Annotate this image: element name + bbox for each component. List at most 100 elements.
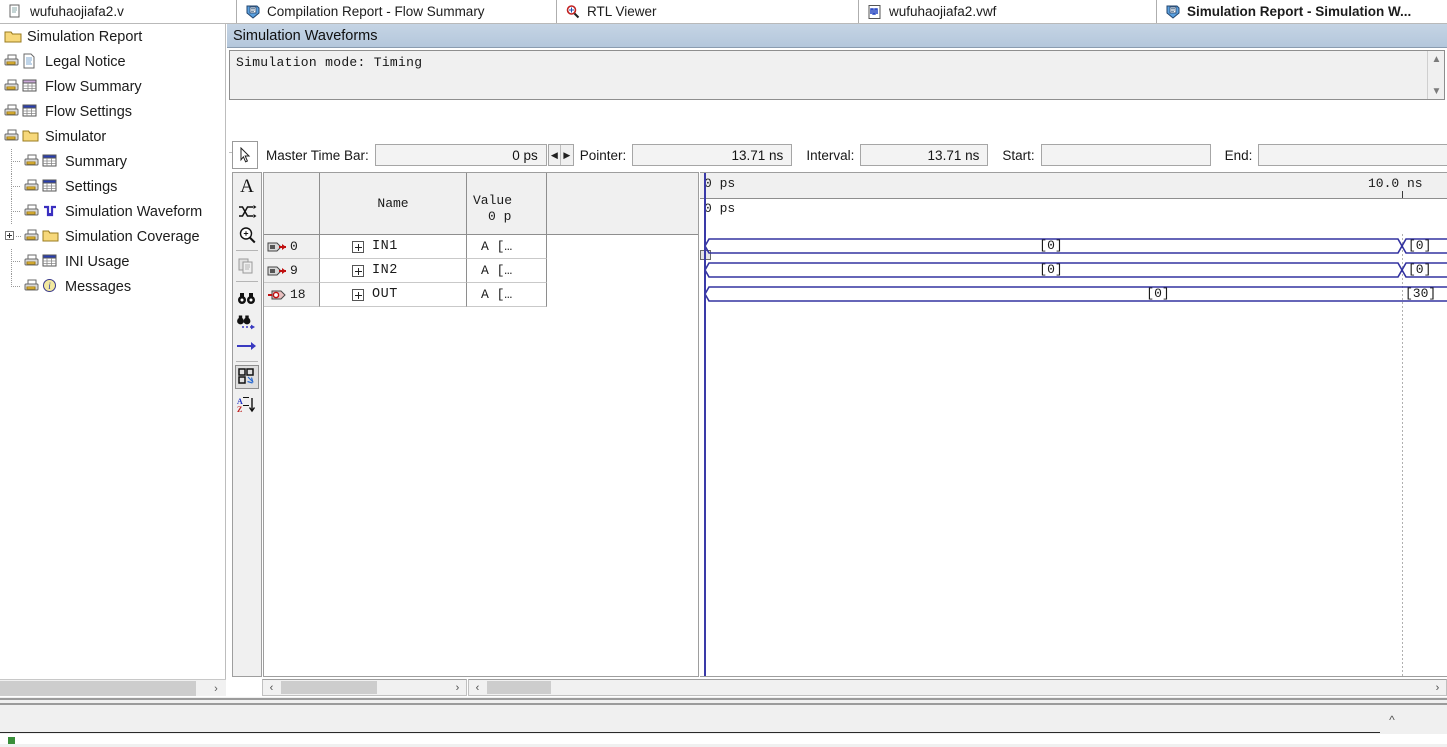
report-icon <box>245 4 261 20</box>
waveform-file-icon <box>867 4 883 20</box>
sidebar-item-label: Settings <box>65 178 118 195</box>
bus-value: [0] <box>1039 262 1063 277</box>
waveform-tool-palette[interactable]: A A Z <box>232 172 262 677</box>
row-name-cell[interactable]: OUT <box>320 283 467 307</box>
sidebar-item-simulator[interactable]: Simulator <box>0 124 225 149</box>
scroll-right-icon[interactable]: › <box>450 680 465 695</box>
signal-list[interactable]: Name Value 0 p 0 IN1 A [… 9 IN2 A [… 18 … <box>263 172 699 677</box>
scroll-thumb[interactable] <box>0 681 196 696</box>
selection-tool-button[interactable] <box>232 141 258 169</box>
sidebar-item-simulation-report[interactable]: Simulation Report <box>0 24 225 49</box>
ruler-tick-label: 0 ps <box>704 176 736 191</box>
sidebar-item-settings[interactable]: Settings <box>0 174 225 199</box>
table-row[interactable]: 0 IN1 A [… <box>264 235 698 259</box>
expand-icon[interactable] <box>352 288 364 301</box>
copy-icon[interactable] <box>233 254 261 278</box>
row-index-cell: 9 <box>264 259 320 283</box>
status-bar-bottom <box>0 734 1447 744</box>
header-value-column[interactable]: Value 0 p <box>467 173 547 234</box>
expand-icon[interactable] <box>352 264 364 277</box>
printer-icon <box>24 228 42 246</box>
tree-connector <box>2 149 24 174</box>
row-name-label: OUT <box>372 287 398 302</box>
step-left-icon[interactable]: ◀ <box>549 145 561 165</box>
signal-list-header: Name Value 0 p <box>264 173 698 235</box>
info-icon: i <box>42 278 60 296</box>
tab-compilation-report[interactable]: Compilation Report - Flow Summary <box>236 0 556 23</box>
printer-icon <box>4 128 22 146</box>
step-right-icon[interactable]: ▶ <box>561 145 573 165</box>
sidebar-item-ini-usage[interactable]: INI Usage <box>0 249 225 274</box>
zoom-tool-icon[interactable] <box>233 223 261 247</box>
time-bar-stepper[interactable]: ◀ ▶ <box>547 144 574 166</box>
scroll-right-icon[interactable]: › <box>208 680 224 697</box>
master-time-cursor[interactable] <box>704 173 706 676</box>
sidebar-item-messages[interactable]: i Messages <box>0 274 225 299</box>
document-tab-strip: wufuhaojiafa2.v Compilation Report - Flo… <box>0 0 1447 24</box>
scroll-up-icon[interactable]: ▲ <box>1428 51 1445 67</box>
expand-icon[interactable] <box>5 231 14 240</box>
goto-icon[interactable] <box>233 334 261 358</box>
end-label: End: <box>1224 147 1253 163</box>
printer-icon <box>24 278 42 296</box>
tab-rtl-viewer[interactable]: RTL Viewer <box>556 0 858 23</box>
ruler-tick-label: 10.0 ns <box>1368 176 1423 191</box>
tab-source-file[interactable]: wufuhaojiafa2.v <box>0 0 236 23</box>
table-row[interactable]: 9 IN2 A [… <box>264 259 698 283</box>
bus-value: [0] <box>1408 238 1432 253</box>
table-icon <box>22 78 40 96</box>
sidebar-item-flow-summary[interactable]: Flow Summary <box>0 74 225 99</box>
sidebar-item-label: INI Usage <box>65 253 130 270</box>
sidebar-item-simulation-waveform[interactable]: Simulation Waveform <box>0 199 225 224</box>
header-name-column[interactable]: Name <box>320 173 467 234</box>
sort-icon[interactable]: AZ <box>233 393 261 417</box>
tree-horizontal-scrollbar[interactable]: › <box>0 679 226 696</box>
tab-waveform-file[interactable]: wufuhaojiafa2.vwf <box>858 0 1156 23</box>
sidebar-item-flow-settings[interactable]: Flow Settings <box>0 99 225 124</box>
scroll-thumb[interactable] <box>281 681 377 694</box>
interval-label: Interval: <box>806 147 855 163</box>
tab-simulation-report[interactable]: Simulation Report - Simulation W... <box>1156 0 1447 23</box>
expand-icon[interactable] <box>352 240 364 253</box>
tree-expander-plus[interactable] <box>2 224 24 249</box>
scroll-left-icon[interactable]: ‹ <box>264 680 279 695</box>
scroll-down-icon[interactable]: ▼ <box>1428 83 1445 99</box>
scroll-right-icon[interactable]: › <box>1430 680 1445 695</box>
find-next-icon[interactable] <box>233 310 261 334</box>
scroll-left-icon[interactable]: ‹ <box>470 680 485 695</box>
status-indicator <box>8 737 15 744</box>
row-index-cell: 0 <box>264 235 320 259</box>
input-pin-icon <box>267 242 286 251</box>
sidebar-item-summary[interactable]: Summary <box>0 149 225 174</box>
node-finder-icon[interactable] <box>235 365 259 389</box>
grid-icon <box>42 153 60 171</box>
start-value[interactable] <box>1040 144 1211 166</box>
report-tree-panel[interactable]: Simulation Report Legal Notice Flow Summ… <box>0 24 226 679</box>
table-row[interactable]: 18 OUT A [… <box>264 283 698 307</box>
pointer-value[interactable]: 13.71 ns <box>632 144 793 166</box>
interval-value[interactable]: 13.71 ns <box>860 144 989 166</box>
sidebar-item-legal-notice[interactable]: Legal Notice <box>0 49 225 74</box>
text-tool-icon[interactable]: A <box>233 175 261 199</box>
collapse-up-icon[interactable]: ^ <box>1381 707 1403 733</box>
waveform-edit-icon[interactable] <box>233 199 261 223</box>
waveform-horizontal-scrollbar[interactable]: ‹ › <box>468 679 1447 696</box>
row-name-cell[interactable]: IN2 <box>320 259 467 283</box>
divider <box>0 698 1447 700</box>
find-icon[interactable] <box>233 286 261 310</box>
master-time-bar-value[interactable]: 0 ps <box>374 144 547 166</box>
sidebar-item-label: Flow Summary <box>45 78 142 95</box>
quartus-simulation-report-window: wufuhaojiafa2.v Compilation Report - Flo… <box>0 0 1447 747</box>
row-name-cell[interactable]: IN1 <box>320 235 467 259</box>
signal-list-horizontal-scrollbar[interactable]: ‹ › <box>262 679 467 696</box>
row-value-cell: A [… <box>467 259 547 283</box>
output-pin-icon <box>268 290 286 299</box>
report-icon <box>1165 4 1181 20</box>
end-value[interactable] <box>1258 144 1447 166</box>
file-icon <box>8 4 24 20</box>
scroll-thumb[interactable] <box>487 681 551 694</box>
waveform-plot[interactable]: 0 ps 10.0 ns 20.0 ns 30.0 ns 40.0 ns 0 p… <box>700 172 1447 677</box>
time-ruler[interactable]: 0 ps 10.0 ns 20.0 ns 30.0 ns 40.0 ns <box>700 173 1447 199</box>
mode-box-scrollbar[interactable]: ▲ ▼ <box>1427 51 1444 99</box>
sidebar-item-simulation-coverage[interactable]: Simulation Coverage <box>0 224 225 249</box>
